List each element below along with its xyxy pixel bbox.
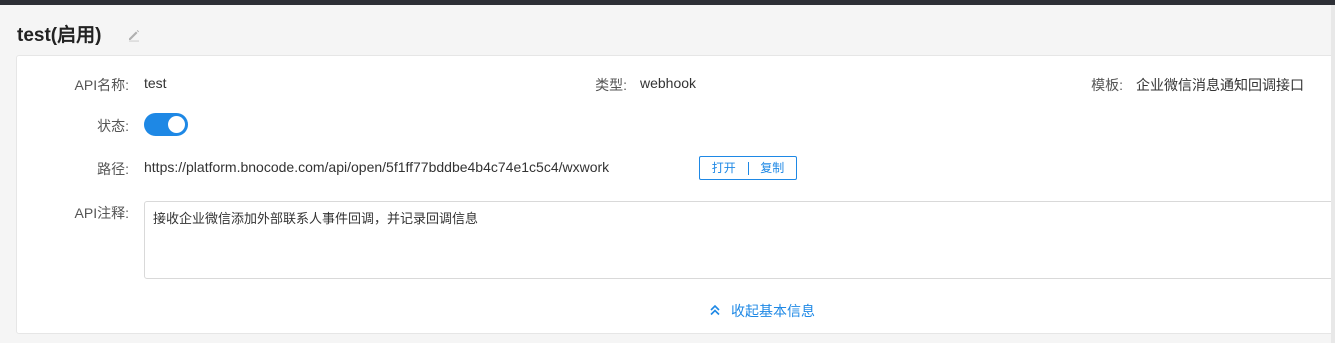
basic-info-card: API名称: test 类型: webhook 模板: 企业微信消息通知回调接口… [16, 55, 1335, 334]
type-value: webhook [640, 75, 697, 91]
path-actions: 打开 复制 [699, 156, 797, 180]
note-textarea[interactable]: 接收企业微信添加外部联系人事件回调，并记录回调信息 [144, 201, 1335, 279]
status-toggle[interactable] [144, 113, 188, 136]
template-value: 企业微信消息通知回调接口 [1136, 77, 1304, 93]
pencil-icon[interactable] [126, 27, 142, 43]
open-button[interactable]: 打开 [700, 157, 748, 179]
copy-button[interactable]: 复制 [749, 157, 797, 179]
collapse-basic-info-button[interactable]: 收起基本信息 [709, 301, 815, 321]
page-title: test(启用) [17, 25, 102, 46]
note-label: API注释: [74, 205, 129, 221]
page-header: test(启用) [0, 5, 1335, 53]
template-label: 模板: [1091, 77, 1123, 93]
collapse-label: 收起基本信息 [731, 303, 815, 319]
scrollbar[interactable] [1331, 5, 1335, 343]
toggle-knob [168, 116, 185, 133]
path-label: 路径: [97, 161, 129, 177]
status-label: 状态: [97, 118, 129, 134]
api-name-value: test [144, 75, 167, 91]
double-chevron-up-icon [709, 303, 731, 319]
api-name-label: API名称: [74, 77, 129, 93]
type-label: 类型: [595, 77, 627, 93]
path-value: https://platform.bnocode.com/api/open/5f… [144, 159, 610, 175]
